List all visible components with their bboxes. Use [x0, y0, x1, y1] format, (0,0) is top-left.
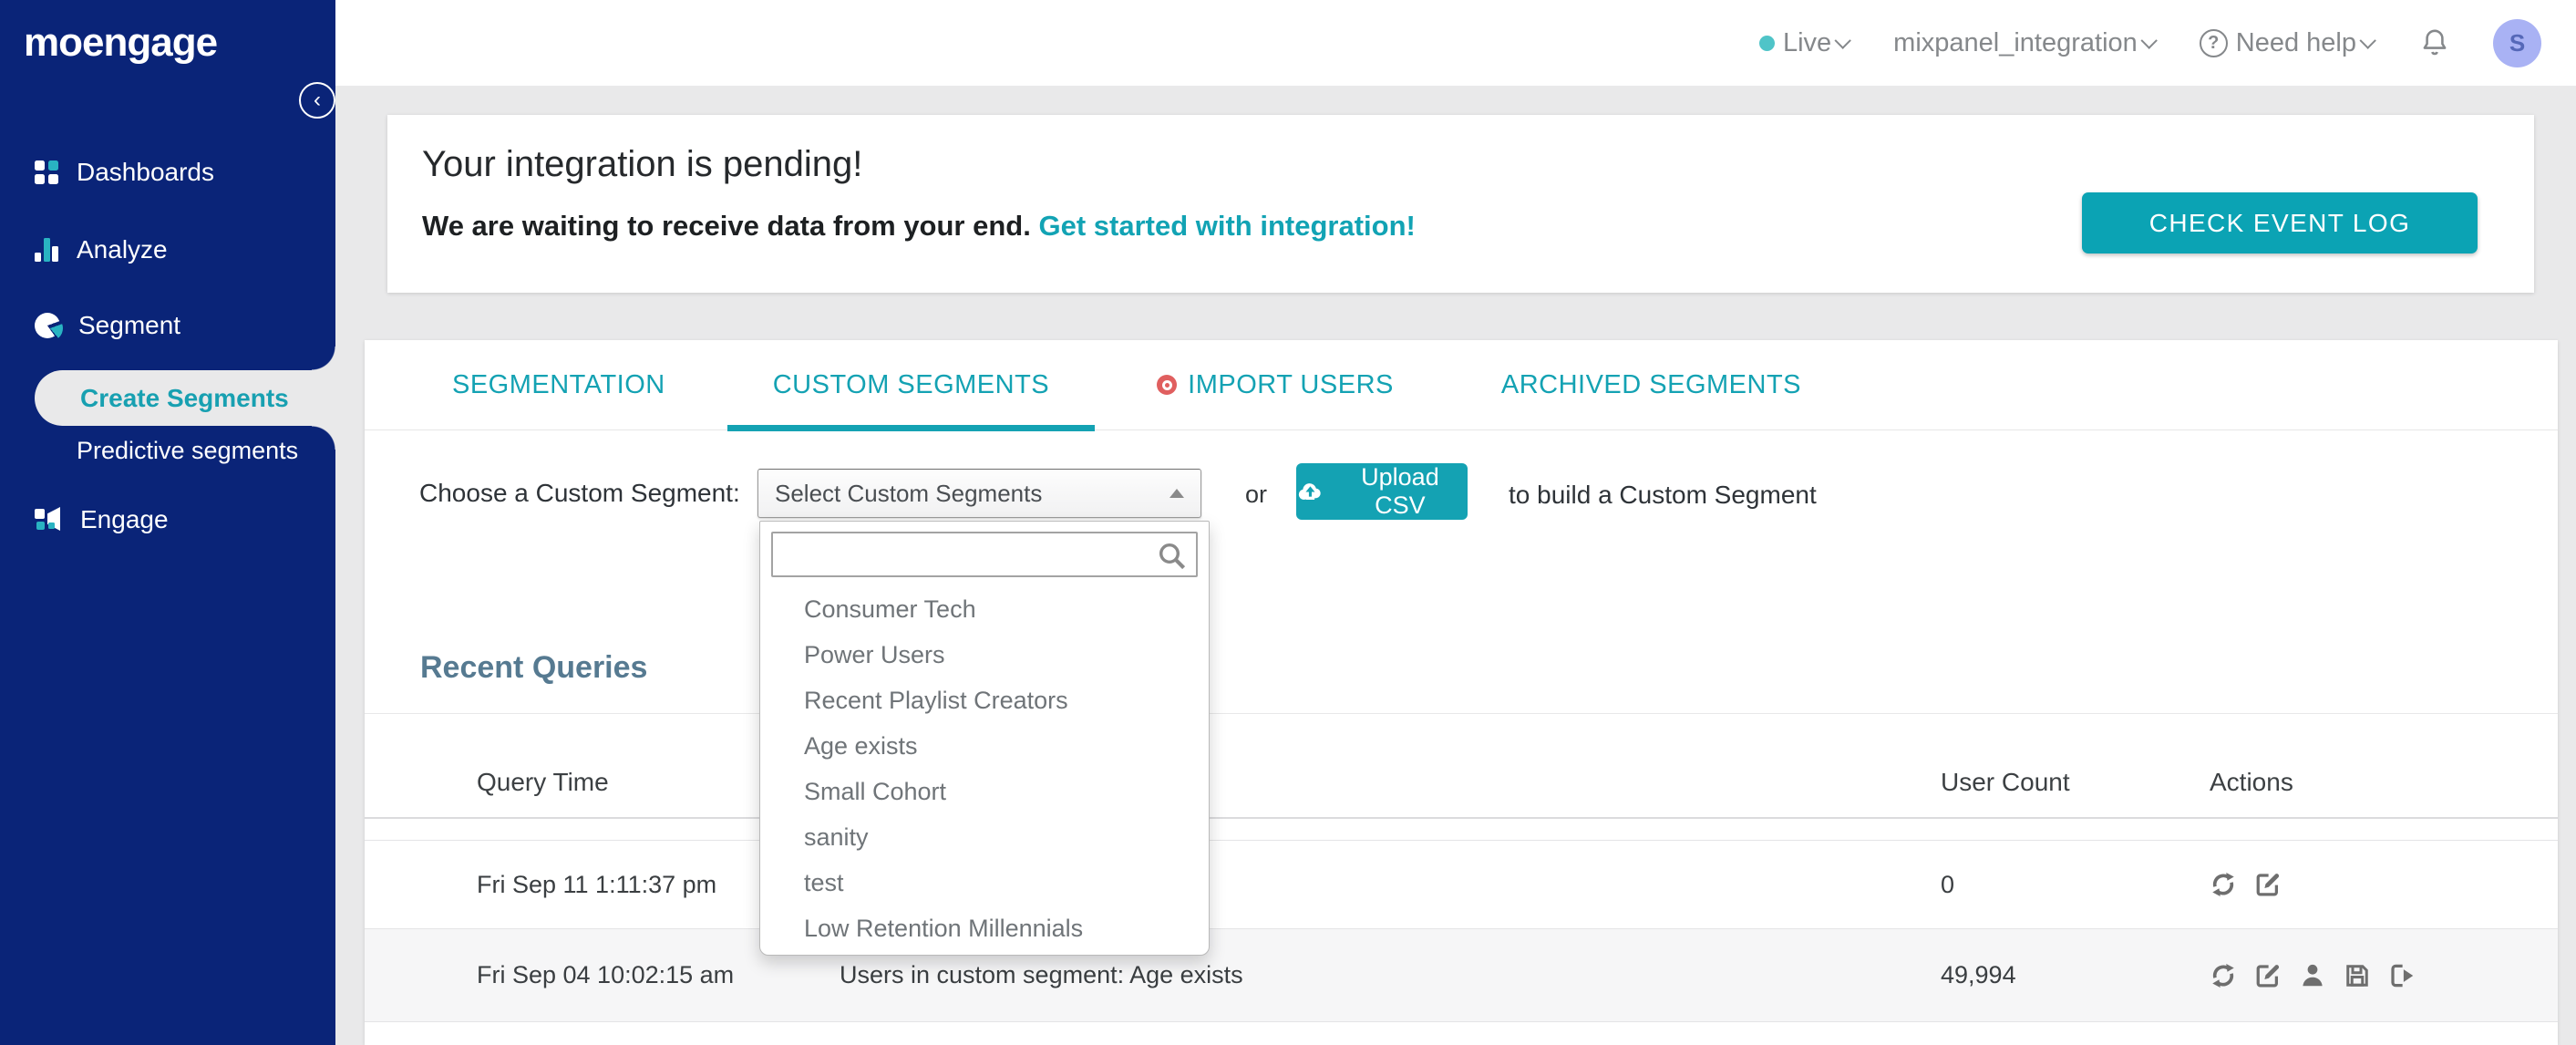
project-name: mixpanel_integration	[1893, 27, 2138, 57]
custom-segments-select[interactable]: Select Custom Segments	[757, 469, 1201, 518]
banner-subtitle: We are waiting to receive data from your…	[422, 210, 1416, 243]
query-description: Users in custom segment: Age exists	[840, 961, 1243, 988]
sidebar-item-label: Analyze	[77, 235, 168, 264]
moengage-logo: moengage	[24, 20, 218, 65]
topbar: Live mixpanel_integration ? Need help S	[335, 0, 2576, 86]
pie-chart-icon	[35, 313, 63, 341]
sidebar-item-predictive-segments[interactable]: Predictive segments	[77, 427, 298, 474]
user-count: 0	[1941, 870, 1955, 898]
segment-option[interactable]: Small Cohort	[760, 769, 1209, 814]
segment-option[interactable]: test	[760, 860, 1209, 905]
segment-option[interactable]: sanity	[760, 814, 1209, 860]
save-icon[interactable]	[2344, 962, 2371, 989]
sidebar: moengage Dashboards Analyze Segment Crea…	[0, 0, 335, 1045]
segments-card: SEGMENTATION CUSTOM SEGMENTS IMPORT USER…	[365, 340, 2558, 1045]
sidebar-collapse-button[interactable]: ‹	[299, 82, 335, 119]
live-status-dot	[1758, 35, 1775, 51]
table-row: Fri Sep 04 10:02:15 am Users in custom s…	[365, 928, 2558, 1022]
tab-import-users[interactable]: IMPORT USERS	[1111, 340, 1439, 430]
help-dropdown[interactable]: ? Need help	[2199, 27, 2376, 58]
segment-search-box	[771, 532, 1198, 577]
chevron-down-icon	[2359, 31, 2376, 49]
integration-banner: Your integration is pending! We are wait…	[387, 115, 2534, 293]
megaphone-icon	[35, 507, 62, 533]
sidebar-item-segment[interactable]: Segment	[0, 300, 335, 351]
user-count: 49,994	[1941, 961, 2016, 988]
table-row: Fri Sep 11 1:11:37 pm 0	[365, 840, 2558, 928]
section-divider	[365, 713, 2558, 714]
segment-options-list: Consumer Tech Power Users Recent Playlis…	[760, 586, 1209, 951]
sidebar-item-engage[interactable]: Engage	[0, 494, 335, 545]
bar-chart-icon	[35, 238, 58, 262]
query-time: Fri Sep 04 10:02:15 am	[477, 961, 735, 988]
segment-search-input[interactable]	[773, 533, 1196, 575]
segment-option[interactable]: Recent Playlist Creators	[760, 678, 1209, 723]
question-mark-icon: ?	[2199, 28, 2228, 57]
tab-archived-segments[interactable]: ARCHIVED SEGMENTS	[1456, 340, 1847, 430]
chooser-label: Choose a Custom Segment:	[419, 479, 740, 507]
pill-top-corner	[312, 347, 335, 370]
col-actions: Actions	[2210, 768, 2293, 796]
tab-bar: SEGMENTATION CUSTOM SEGMENTS IMPORT USER…	[365, 340, 2558, 431]
sidebar-item-label: Segment	[78, 311, 181, 339]
tab-segmentation[interactable]: SEGMENTATION	[407, 340, 711, 430]
custom-segments-dropdown-panel: Consumer Tech Power Users Recent Playlis…	[759, 521, 1210, 956]
segment-option[interactable]: Low Retention Millennials	[760, 905, 1209, 951]
grid-icon	[35, 160, 58, 184]
chevron-down-icon	[1834, 31, 1852, 49]
app-window: Live mixpanel_integration ? Need help S …	[0, 0, 2576, 1045]
export-icon[interactable]	[2388, 962, 2416, 989]
sidebar-item-label: Dashboards	[77, 158, 214, 186]
segment-option[interactable]: Power Users	[760, 632, 1209, 678]
segment-option[interactable]: Consumer Tech	[760, 586, 1209, 632]
edit-icon[interactable]	[2254, 871, 2282, 898]
col-user-count: User Count	[1941, 768, 2070, 796]
sidebar-item-label: Engage	[80, 505, 169, 533]
banner-title: Your integration is pending!	[422, 144, 863, 184]
sidebar-item-create-segments[interactable]: Create Segments	[35, 370, 335, 426]
table-header: Query Time User Count Actions	[365, 760, 2558, 805]
table-header-divider	[365, 817, 2558, 819]
cloud-upload-icon	[1298, 482, 1321, 500]
or-label: or	[1245, 481, 1268, 508]
red-target-icon	[1157, 375, 1178, 395]
help-label: Need help	[2235, 27, 2356, 57]
triangle-up-icon	[1170, 489, 1184, 498]
user-icon[interactable]	[2299, 962, 2326, 989]
sidebar-item-analyze[interactable]: Analyze	[0, 224, 335, 275]
tab-label: IMPORT USERS	[1188, 369, 1394, 399]
recent-queries-heading: Recent Queries	[420, 650, 648, 685]
select-value: Select Custom Segments	[775, 479, 1043, 507]
search-icon	[1159, 543, 1186, 570]
env-dropdown[interactable]: Live	[1758, 27, 1852, 58]
tab-custom-segments[interactable]: CUSTOM SEGMENTS	[726, 340, 1096, 431]
project-dropdown[interactable]: mixpanel_integration	[1893, 28, 2158, 58]
env-label: Live	[1782, 27, 1832, 57]
refresh-icon[interactable]	[2210, 871, 2237, 898]
check-event-log-button[interactable]: CHECK EVENT LOG	[2082, 192, 2478, 253]
row-actions	[2210, 871, 2558, 898]
chooser-suffix: to build a Custom Segment	[1509, 481, 1817, 509]
upload-csv-button[interactable]: Upload CSV	[1296, 463, 1468, 520]
chevron-down-icon	[2140, 31, 2158, 49]
upload-csv-label: Upload CSV	[1361, 463, 1439, 519]
edit-icon[interactable]	[2254, 962, 2282, 989]
banner-subtitle-text: We are waiting to receive data from your…	[422, 210, 1031, 242]
bell-icon	[2423, 29, 2447, 56]
notifications-button[interactable]	[2418, 26, 2451, 59]
refresh-icon[interactable]	[2210, 962, 2237, 989]
row-actions	[2210, 962, 2558, 989]
get-started-link[interactable]: Get started with integration!	[1038, 210, 1415, 242]
segment-option[interactable]: Age exists	[760, 723, 1209, 769]
sidebar-item-dashboards[interactable]: Dashboards	[0, 147, 335, 198]
avatar[interactable]: S	[2493, 18, 2541, 67]
pill-bottom-corner	[312, 426, 335, 450]
